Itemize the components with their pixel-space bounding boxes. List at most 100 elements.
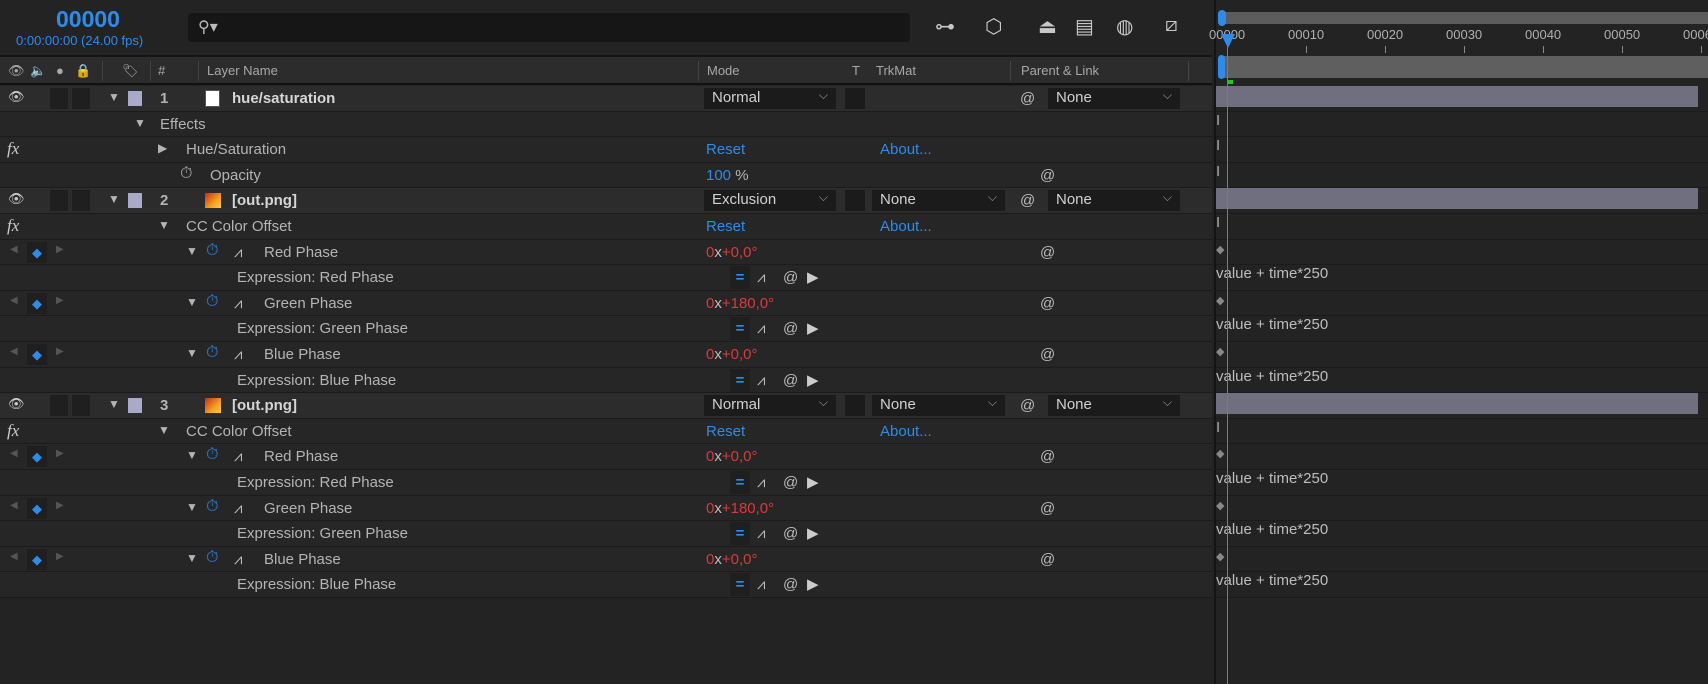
expression-pick-whip-icon[interactable]: @ [783,320,798,337]
trkmat-dropdown[interactable]: None ⌵ [872,395,1005,417]
stopwatch-icon[interactable]: ⏱ [206,446,218,464]
twirl-open-icon[interactable]: ▼ [108,397,120,411]
next-keyframe-icon[interactable]: ▶ [56,448,64,459]
pick-whip-icon[interactable]: @ [1020,397,1035,414]
solo-box[interactable] [50,190,68,212]
column-parent[interactable]: Parent & Link [1021,63,1099,78]
column-layer-name[interactable]: Layer Name [207,63,278,78]
pick-whip-icon[interactable]: @ [1040,500,1055,517]
graph-icon[interactable]: ⩘ [234,500,242,517]
expression-graph-icon[interactable]: ⩘ [757,320,765,337]
next-keyframe-icon[interactable]: ▶ [56,346,64,357]
property-value[interactable]: 0x+0,0° [706,448,757,465]
twirl-open-icon[interactable]: ▼ [186,295,198,309]
expression-graph-icon[interactable]: ⩘ [757,525,765,542]
graph-icon[interactable]: ⩘ [234,244,242,261]
graph-icon[interactable]: ⩘ [234,551,242,568]
prev-keyframe-icon[interactable]: ◀ [10,551,18,562]
expression-pick-whip-icon[interactable]: @ [783,474,798,491]
solo-box[interactable] [50,88,68,109]
graph-icon[interactable]: ⩘ [234,346,242,363]
reset-link[interactable]: Reset [706,423,745,440]
flowchart-icon[interactable]: ⊶ [935,14,955,39]
work-area-start-handle[interactable] [1218,55,1225,79]
audio-icon[interactable]: 🔈 [30,63,46,79]
phase-row[interactable]: ◀ ◆ ▶ ▼ ⏱ ⩘ Red Phase 0x+0,0° @ [0,444,1212,470]
next-keyframe-icon[interactable]: ▶ [56,551,64,562]
layer-row[interactable]: 👁 ▼ 1 hue/saturation Normal ⌵ @ None ⌵ [0,86,1212,112]
reset-link[interactable]: Reset [706,218,745,235]
label-color-swatch[interactable] [128,91,142,106]
expression-enable-toggle[interactable]: = [730,573,750,597]
expression-language-menu-icon[interactable]: ▶ [807,268,819,286]
navigator-start-handle[interactable] [1218,10,1226,26]
motion-blur-icon[interactable]: ◍ [1116,14,1133,39]
mode-dropdown[interactable]: Normal ⌵ [704,395,836,417]
twirl-open-icon[interactable]: ▼ [108,192,120,206]
layer-duration-bar[interactable] [1216,188,1698,210]
expression-graph-icon[interactable]: ⩘ [757,474,765,491]
solo-icon[interactable]: ● [56,63,64,78]
label-color-swatch[interactable] [128,398,142,414]
pick-whip-icon[interactable]: @ [1040,448,1055,465]
property-value[interactable]: 0x+0,0° [706,244,757,261]
fx-icon[interactable]: fx [7,421,19,441]
draft-3d-icon[interactable]: ⬡ [985,14,1002,39]
parent-dropdown[interactable]: None ⌵ [1048,190,1180,212]
expr-row[interactable]: Expression: Red Phase = ⩘ @ ▶ [0,265,1212,291]
layer-duration-bar[interactable] [1216,393,1698,415]
twirl-open-icon[interactable]: ▼ [158,423,170,437]
twirl-open-icon[interactable]: ▼ [186,448,198,462]
pick-whip-icon[interactable]: @ [1040,167,1055,184]
layer-name[interactable]: hue/saturation [232,90,335,107]
twirl-closed-icon[interactable]: ▶ [158,141,167,155]
parent-dropdown[interactable]: None ⌵ [1048,88,1180,109]
mode-dropdown[interactable]: Normal ⌵ [704,88,836,109]
expression-enable-toggle[interactable]: = [730,368,750,392]
property-value[interactable]: 0x+180,0° [706,295,774,312]
phase-row[interactable]: ◀ ◆ ▶ ▼ ⏱ ⩘ Blue Phase 0x+0,0° @ [0,342,1212,368]
expression-enable-toggle[interactable]: = [730,522,750,546]
label-tag-icon[interactable]: 🏷 [122,63,139,79]
group-row[interactable]: ▼ Effects [0,111,1212,138]
prev-keyframe-icon[interactable]: ◀ [10,500,18,511]
fx-icon[interactable]: fx [7,139,19,159]
trkmat-dropdown[interactable]: None ⌵ [872,190,1005,212]
stopwatch-icon[interactable]: ⏱ [206,344,218,362]
phase-row[interactable]: ◀ ◆ ▶ ▼ ⏱ ⩘ Green Phase 0x+180,0° @ [0,495,1212,522]
graph-icon[interactable]: ⩘ [234,448,242,465]
pick-whip-icon[interactable]: @ [1020,90,1035,107]
playhead-line[interactable] [1227,36,1228,684]
prev-keyframe-icon[interactable]: ◀ [10,346,18,357]
expression-pick-whip-icon[interactable]: @ [783,372,798,389]
expression-graph-icon[interactable]: ⩘ [757,269,765,286]
label-color-swatch[interactable] [128,193,142,209]
effect-row[interactable]: fx ▼ CC Color Offset Reset About... [0,418,1212,445]
keyframe-toggle[interactable]: ◆ [27,548,47,570]
prev-keyframe-icon[interactable]: ◀ [10,295,18,306]
preserve-transparency-box[interactable] [845,88,865,109]
expression-graph-icon[interactable]: ⩘ [757,372,765,389]
property-value[interactable]: 0x+0,0° [706,346,757,363]
twirl-open-icon[interactable]: ▼ [186,551,198,565]
expression-pick-whip-icon[interactable]: @ [783,576,798,593]
twirl-open-icon[interactable]: ▼ [186,500,198,514]
column-t[interactable]: T [852,63,860,78]
expression-text[interactable]: value + time*250 [1216,316,1328,333]
stopwatch-icon[interactable]: ⏱ [206,549,218,567]
phase-row[interactable]: ◀ ◆ ▶ ▼ ⏱ ⩘ Green Phase 0x+180,0° @ [0,290,1212,317]
keyframe-toggle[interactable]: ◆ [27,446,47,468]
expr-row[interactable]: Expression: Blue Phase = ⩘ @ ▶ [0,572,1212,598]
mode-dropdown[interactable]: Exclusion ⌵ [704,190,836,212]
expression-language-menu-icon[interactable]: ▶ [807,319,819,337]
expression-text[interactable]: value + time*250 [1216,521,1328,538]
expression-language-menu-icon[interactable]: ▶ [807,524,819,542]
preserve-transparency-box[interactable] [845,395,865,417]
layer-duration-bar[interactable] [1216,86,1698,107]
effect-row[interactable]: fx ▼ CC Color Offset Reset About... [0,214,1212,240]
expression-text[interactable]: value + time*250 [1216,368,1328,385]
phase-row[interactable]: ◀ ◆ ▶ ▼ ⏱ ⩘ Red Phase 0x+0,0° @ [0,239,1212,266]
layer-row[interactable]: 👁 ▼ 2 [out.png] Exclusion ⌵ None ⌵ @ None ⌵ [0,188,1212,214]
expr-row[interactable]: Expression: Green Phase = ⩘ @ ▶ [0,316,1212,342]
property-value[interactable]: 0x+0,0° [706,551,757,568]
